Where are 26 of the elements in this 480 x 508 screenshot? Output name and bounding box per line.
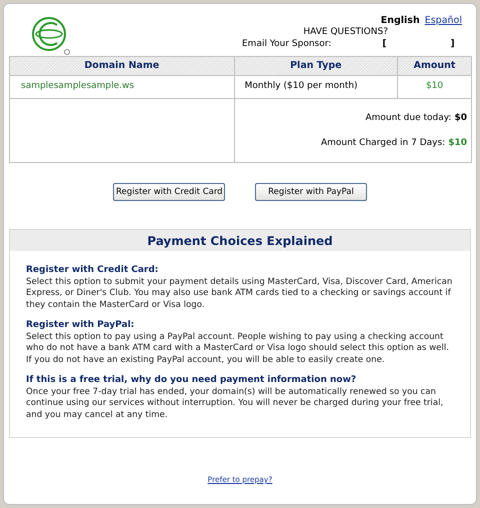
sponsor-label: Email Your Sponsor: bbox=[242, 38, 332, 51]
section-heading: Register with Credit Card: bbox=[26, 265, 160, 276]
total-value: $0 bbox=[454, 112, 467, 125]
section-text: Once your free 7-day trial has ended, your domain(s) will be automatically renewed so you can continue using our services without interruption. You will never be charged during your free trial, and you may cancel at any time. bbox=[26, 386, 444, 421]
column-header: Amount bbox=[398, 56, 472, 76]
bracket-text: [ bbox=[382, 38, 386, 51]
table-cell: samplesamplesample.ws bbox=[10, 76, 234, 98]
column-header: Plan Type bbox=[234, 56, 398, 76]
table-cell: Monthly ($10 per month) bbox=[234, 76, 398, 98]
language-link[interactable]: English bbox=[380, 14, 420, 28]
register-button[interactable]: Register with PayPal bbox=[255, 183, 367, 201]
section-header: Payment Choices Explained bbox=[10, 230, 470, 251]
logo-icon bbox=[31, 16, 71, 56]
section-text: Select this option to submit your payment details using MasterCard, Visa, Discover Card, American Express, or Diner's Club. You may also use bank ATM cards tied to a checking or savings account if they contain the MasterCard or Visa logo. bbox=[26, 276, 454, 311]
section-heading: If this is a free trial, why do you need payment information now? bbox=[26, 375, 358, 386]
register-button[interactable]: Register with Credit Card bbox=[113, 183, 225, 201]
table-cell: $10 bbox=[398, 76, 472, 98]
section-text: Select this option to pay using a PayPal account. People wishing to pay using a checking account who do not have a bank ATM card with a MasterCard or Visa logo should select this option as well. If you do not have an existing PayPal account, you will be able to easily create one. bbox=[26, 332, 450, 366]
questions-heading: HAVE QUESTIONS? bbox=[303, 26, 388, 39]
bracket-text: ] bbox=[450, 38, 455, 51]
section-heading: Register with PayPal: bbox=[26, 320, 136, 332]
total-label: Amount Charged in 7 Days: bbox=[320, 136, 446, 150]
total-value: $10 bbox=[448, 136, 467, 150]
total-label: Amount due today: bbox=[365, 112, 452, 125]
column-header: Domain Name bbox=[10, 56, 234, 76]
language-link[interactable]: Español bbox=[424, 14, 462, 28]
